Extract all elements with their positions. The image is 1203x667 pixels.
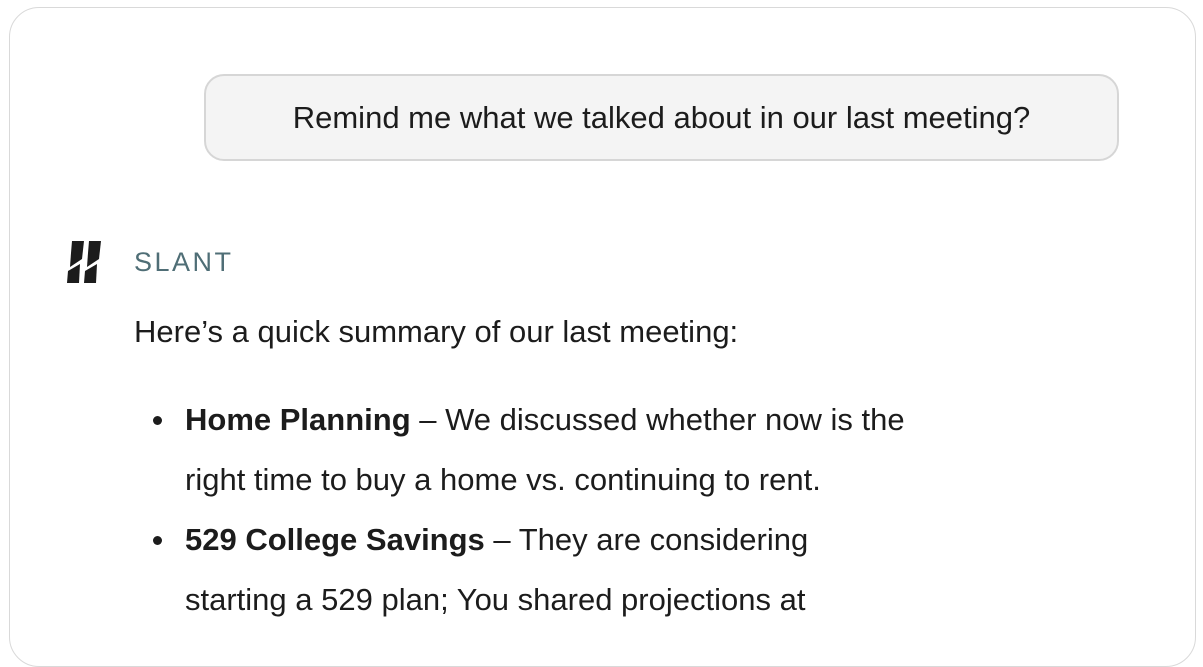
list-item: Home Planning – We discussed whether now… <box>134 390 1034 510</box>
summary-list: Home Planning – We discussed whether now… <box>134 390 1034 630</box>
list-item-title: Home Planning <box>185 402 411 437</box>
bullet-dot-icon <box>153 536 162 545</box>
list-item-text: – We discussed whether now is the <box>410 402 905 437</box>
list-item-title: 529 College Savings <box>185 522 485 557</box>
chat-panel: Remind me what we talked about in our la… <box>9 7 1196 667</box>
list-item-text: – They are considering <box>484 522 809 557</box>
slant-logo-icon <box>67 241 101 283</box>
list-item-line: Home Planning – We discussed whether now… <box>185 390 1034 450</box>
assistant-name: SLANT <box>134 246 234 277</box>
list-item: 529 College Savings – They are consideri… <box>134 510 1034 630</box>
user-message-text: Remind me what we talked about in our la… <box>292 99 1031 135</box>
user-message-bubble: Remind me what we talked about in our la… <box>204 74 1119 161</box>
assistant-header: SLANT <box>62 238 234 286</box>
bullet-dot-icon <box>153 416 162 425</box>
list-item-text: starting a 529 plan; You shared projecti… <box>185 582 806 617</box>
list-item-line: 529 College Savings – They are consideri… <box>185 510 1034 570</box>
list-item-text: right time to buy a home vs. continuing … <box>185 462 821 497</box>
assistant-intro: Here’s a quick summary of our last meeti… <box>134 314 739 349</box>
